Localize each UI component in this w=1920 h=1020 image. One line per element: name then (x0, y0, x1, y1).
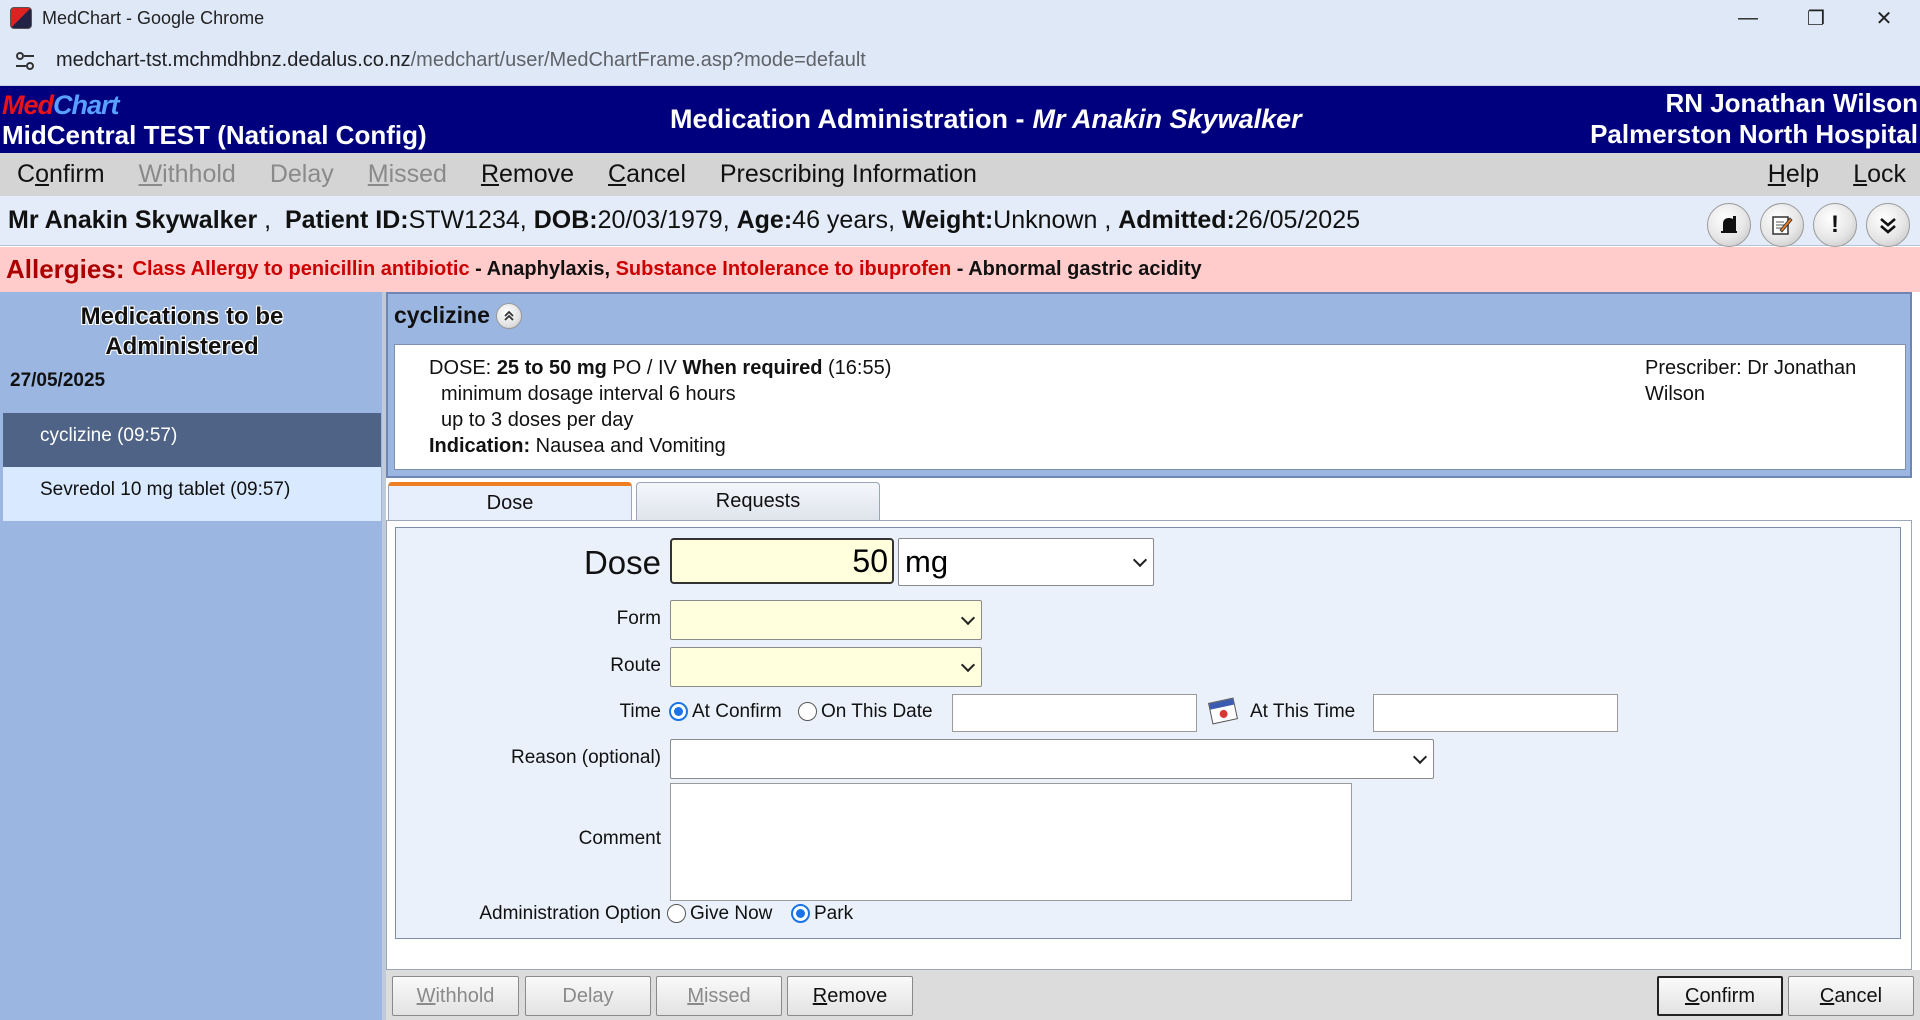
prescription-details: DOSE: 25 to 50 mg PO / IV When required … (394, 344, 1906, 470)
tab-requests[interactable]: Requests (636, 482, 880, 520)
at-confirm-label[interactable]: At Confirm (692, 701, 782, 723)
menu-bar: Confirm Withhold Delay Missed Remove Can… (0, 153, 1920, 196)
organisation-name: MidCentral TEST (National Config) (2, 120, 427, 150)
time-label: Time (619, 701, 661, 722)
medchart-app-icon (10, 7, 32, 29)
at-confirm-radio[interactable] (669, 702, 688, 721)
missed-button[interactable]: Missed (656, 976, 782, 1016)
patient-banner: Mr Anakin Skywalker , Patient ID:STW1234… (0, 196, 1920, 246)
prescriber: Prescriber: Dr Jonathan Wilson (1645, 357, 1857, 405)
dose-unit-select[interactable]: mg (898, 538, 1154, 586)
date-input[interactable] (952, 694, 1197, 732)
remove-button[interactable]: Remove (787, 976, 913, 1016)
chevron-down-icon (1412, 749, 1428, 765)
menu-missed[interactable]: Missed (368, 160, 447, 189)
medication-name: cyclizine (394, 302, 490, 328)
time-input[interactable] (1373, 694, 1618, 732)
url-text[interactable]: medchart-tst.mchmdhbnz.dedalus.co.nz/med… (56, 49, 866, 72)
delay-button[interactable]: Delay (525, 976, 651, 1016)
allergy-1: Class Allergy to penicillin antibiotic (132, 258, 470, 280)
reason-select[interactable] (670, 739, 1434, 779)
menu-withhold[interactable]: Withhold (139, 160, 236, 189)
chevron-down-icon (960, 610, 976, 626)
med-list-item-cyclizine[interactable]: cyclizine (09:57) (3, 413, 381, 467)
medchart-logo: MedChart (2, 90, 120, 120)
notes-edit-icon[interactable] (1760, 203, 1804, 247)
at-this-time-label: At This Time (1250, 701, 1356, 722)
facility-name: Palmerston North Hospital (1590, 119, 1918, 149)
close-icon[interactable]: ✕ (1850, 0, 1918, 36)
patient-name: Mr Anakin Skywalker (8, 206, 258, 234)
menu-help[interactable]: Help (1768, 160, 1819, 189)
indication: Indication: Nausea and Vomiting (429, 435, 726, 457)
dose-form: Dose 50 mg Form Route Time At Confirm On… (395, 527, 1901, 939)
dose-line: DOSE: 25 to 50 mg PO / IV When required … (429, 357, 892, 379)
reason-label: Reason (optional) (511, 747, 661, 768)
comment-textarea[interactable] (670, 783, 1352, 901)
form-label: Form (616, 608, 661, 629)
medications-to-administer-panel: Medications to be Administered 27/05/202… (0, 292, 384, 1020)
menu-confirm[interactable]: Confirm (17, 160, 105, 189)
comment-label: Comment (578, 828, 661, 849)
app-header: MedChart MidCentral TEST (National Confi… (0, 86, 1920, 153)
minimize-icon[interactable]: — (1714, 0, 1782, 36)
address-bar[interactable]: medchart-tst.mchmdhbnz.dedalus.co.nz/med… (0, 36, 1920, 86)
on-this-date-label[interactable]: On This Date (821, 701, 933, 723)
patient-age: 46 years (792, 206, 889, 234)
calendar-icon[interactable] (1207, 697, 1239, 725)
collapse-up-icon[interactable] (495, 302, 522, 329)
panel-title: Medications to be Administered (80, 303, 284, 360)
restore-icon[interactable]: ❐ (1782, 0, 1850, 36)
menu-cancel[interactable]: Cancel (608, 160, 686, 189)
expand-down-icon[interactable] (1866, 203, 1910, 247)
allergy-2: Substance Intolerance to ibuprofen (615, 258, 952, 280)
withhold-button[interactable]: Withhold (392, 976, 519, 1016)
form-select[interactable] (670, 600, 982, 640)
route-select[interactable] (670, 647, 982, 687)
dose-input[interactable]: 50 (670, 538, 894, 584)
chevron-down-icon (1132, 552, 1148, 568)
patient-id: STW1234 (408, 206, 520, 234)
give-now-label[interactable]: Give Now (690, 903, 772, 925)
admin-option-label: Administration Option (479, 903, 661, 924)
window-title: MedChart - Google Chrome (42, 7, 265, 28)
chevron-down-icon (960, 657, 976, 673)
route-label: Route (610, 655, 661, 676)
max-doses: up to 3 doses per day (441, 409, 634, 431)
dose-form-container: Dose 50 mg Form Route Time At Confirm On… (386, 520, 1912, 970)
allergy-1-reaction: - Anaphylaxis (469, 258, 605, 280)
give-now-radio[interactable] (667, 904, 686, 923)
user-name: RN Jonathan Wilson (1665, 88, 1918, 118)
screen-title: Medication Administration - Mr Anakin Sky… (670, 104, 1302, 134)
menu-remove[interactable]: Remove (481, 160, 574, 189)
menu-prescribing-information[interactable]: Prescribing Information (720, 160, 977, 189)
bell-icon[interactable] (1707, 203, 1751, 247)
confirm-button[interactable]: Confirm (1657, 976, 1783, 1016)
medication-details-panel: cyclizine DOSE: 25 to 50 mg PO / IV When… (386, 292, 1912, 478)
patient-dob: 20/03/1979 (597, 206, 723, 234)
menu-lock[interactable]: Lock (1853, 160, 1906, 189)
patient-admitted: 26/05/2025 (1234, 206, 1361, 234)
site-settings-icon[interactable] (14, 50, 36, 72)
cancel-button[interactable]: Cancel (1788, 976, 1914, 1016)
allergy-2-reaction: - Abnormal gastric acidity (951, 258, 1202, 280)
dosage-interval: minimum dosage interval 6 hours (441, 383, 736, 405)
dose-label: Dose (583, 544, 661, 581)
menu-delay[interactable]: Delay (270, 160, 334, 189)
alert-icon[interactable]: ! (1813, 203, 1857, 247)
on-this-date-radio[interactable] (798, 702, 817, 721)
patient-weight: Unknown (993, 206, 1098, 234)
allergies-bar: Allergies: Class Allergy to penicillin a… (0, 247, 1920, 292)
tab-dose[interactable]: Dose (388, 482, 632, 520)
administration-date: 27/05/2025 (10, 370, 106, 391)
user-info: RN Jonathan Wilson Palmerston North Hosp… (1590, 88, 1918, 150)
browser-title-bar: MedChart - Google Chrome (0, 0, 1920, 36)
park-radio[interactable] (791, 904, 810, 923)
med-list-item-sevredol[interactable]: Sevredol 10 mg tablet (09:57) (3, 467, 381, 521)
allergies-label: Allergies: (6, 254, 125, 284)
park-label[interactable]: Park (814, 903, 853, 925)
